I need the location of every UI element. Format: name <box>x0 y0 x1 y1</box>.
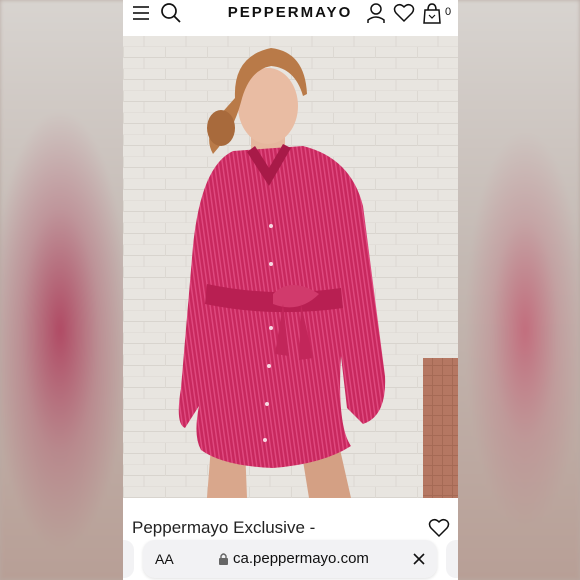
product-photo-illustration <box>123 36 458 498</box>
add-to-wishlist-button[interactable] <box>428 518 450 543</box>
heart-icon <box>428 518 450 538</box>
wishlist-button[interactable] <box>392 0 416 26</box>
account-button[interactable] <box>365 0 387 26</box>
text-size-label: AA <box>155 551 174 567</box>
product-image[interactable] <box>123 36 458 498</box>
previous-tab-peek[interactable] <box>123 540 134 578</box>
account-icon <box>367 3 385 23</box>
bag-button[interactable] <box>421 0 443 26</box>
heart-icon <box>393 3 415 23</box>
phone-screen: PEPPERMAYO 0 Peppermayo Exclusive - <box>123 0 458 580</box>
lock-icon <box>219 553 228 565</box>
cart-count: 0 <box>445 6 452 18</box>
search-button[interactable] <box>159 0 183 26</box>
url-text: ca.peppermayo.com <box>233 550 369 567</box>
menu-button[interactable] <box>129 0 153 26</box>
search-icon <box>161 3 181 23</box>
text-size-button[interactable]: AA <box>155 551 174 567</box>
browser-address-bar[interactable]: AA ca.peppermayo.com <box>143 540 437 578</box>
product-title: Peppermayo Exclusive - <box>132 518 316 537</box>
next-tab-peek[interactable] <box>446 540 458 578</box>
site-header: PEPPERMAYO 0 <box>123 0 458 36</box>
product-title-row: Peppermayo Exclusive - <box>123 498 458 538</box>
close-icon <box>413 553 425 565</box>
site-logo[interactable]: PEPPERMAYO <box>222 4 358 21</box>
close-tab-button[interactable] <box>411 551 427 572</box>
bag-icon <box>423 3 441 24</box>
menu-icon <box>133 6 149 20</box>
